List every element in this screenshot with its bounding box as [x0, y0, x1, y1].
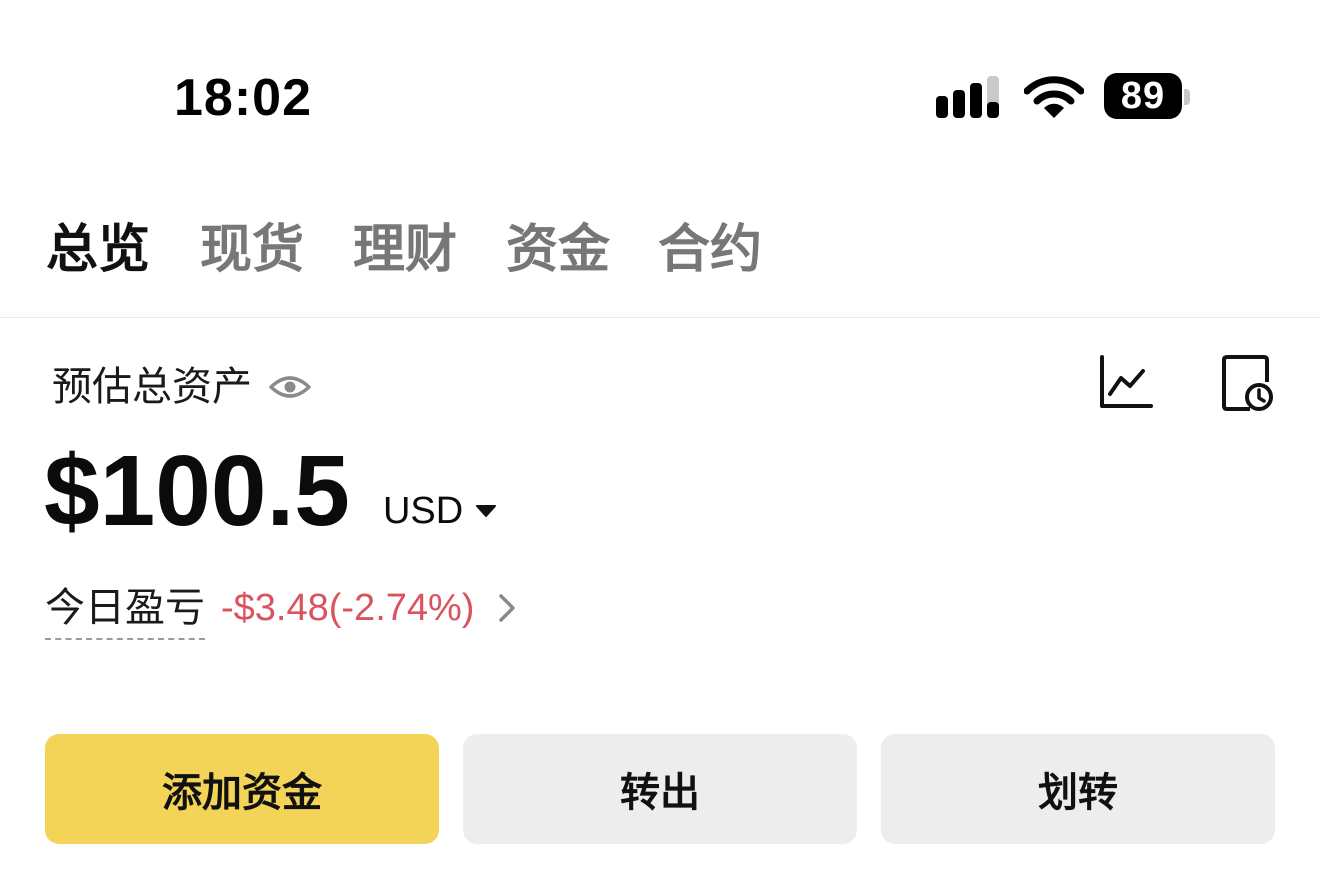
today-pnl-label: 今日盈亏: [45, 582, 205, 640]
tab-earn[interactable]: 理财: [353, 218, 457, 282]
withdraw-button[interactable]: 转出: [463, 734, 857, 844]
asset-tabs: 总览 现货 理财 资金 合约: [0, 190, 1320, 318]
asset-header: 预估总资产: [52, 360, 312, 414]
total-assets-amount: $100.5: [44, 435, 350, 547]
chart-icon[interactable]: [1097, 352, 1155, 412]
total-assets-row: $100.5 USD: [44, 436, 497, 546]
chevron-right-icon: [499, 594, 516, 622]
status-icons: 89: [934, 72, 1204, 122]
today-pnl-value: -$3.48(-2.74%): [221, 587, 475, 629]
transfer-button[interactable]: 划转: [881, 734, 1275, 844]
status-bar: 18:02 89: [0, 0, 1320, 190]
tab-futures[interactable]: 合约: [658, 218, 762, 282]
wifi-icon: [1024, 76, 1084, 118]
signal-icon: [936, 76, 999, 118]
today-pnl-row[interactable]: 今日盈亏 -$3.48(-2.74%): [45, 580, 516, 642]
status-time: 18:02: [174, 69, 312, 127]
history-icon[interactable]: [1220, 352, 1276, 414]
estimated-assets-label: 预估总资产: [52, 364, 252, 410]
eye-icon[interactable]: [268, 372, 312, 402]
tab-spot[interactable]: 现货: [200, 218, 304, 282]
battery-icon: 89: [1104, 73, 1182, 119]
tab-overview[interactable]: 总览: [46, 218, 150, 282]
currency-label: USD: [382, 490, 464, 532]
add-funds-button[interactable]: 添加资金: [45, 734, 439, 844]
currency-selector[interactable]: USD: [383, 436, 497, 546]
tab-funding[interactable]: 资金: [506, 218, 610, 282]
battery-cap: [1184, 89, 1190, 105]
caret-down-icon: [476, 505, 497, 517]
